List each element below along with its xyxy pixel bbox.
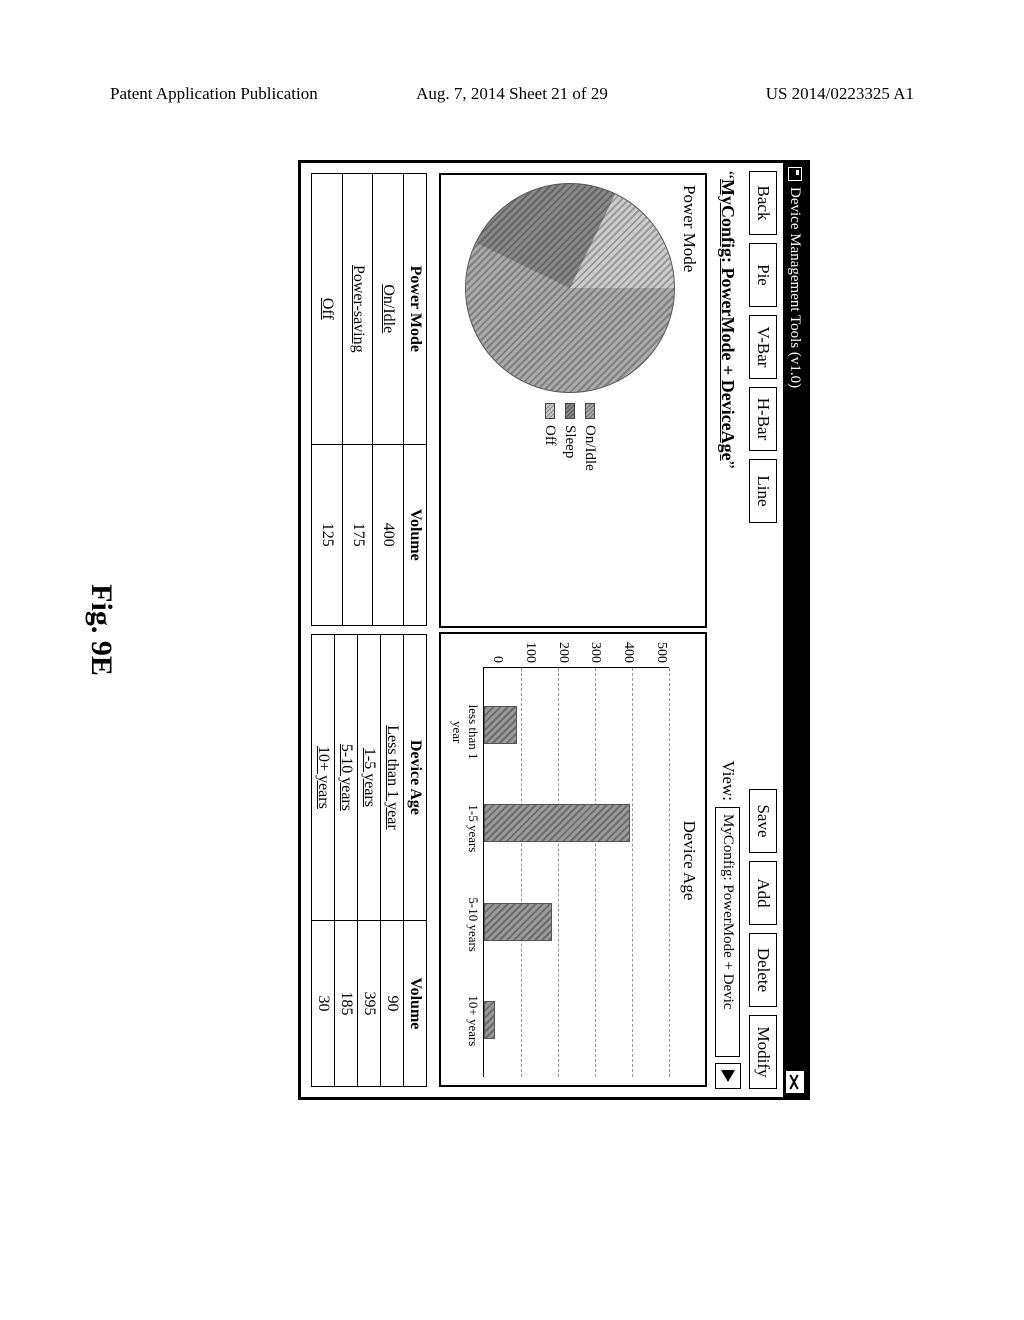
- x-axis-labels: less than 1 year 1-5 years 5-10 years 10+ y…: [449, 642, 483, 1077]
- header-mid: Aug. 7, 2014 Sheet 21 of 29: [416, 84, 608, 104]
- add-button[interactable]: Add: [749, 861, 777, 925]
- power-mode-panel: Power Mode On/Idle Sleep Off: [439, 173, 707, 628]
- device-age-title: Device Age: [679, 644, 699, 1077]
- play-button[interactable]: [715, 1063, 741, 1089]
- figure-caption: Fig. 9E: [84, 584, 118, 676]
- table-cell: 125: [312, 444, 343, 625]
- window-icon: [788, 167, 802, 181]
- titlebar: Device Management Tools (v1.0): [783, 163, 807, 1097]
- toolbar: Back Pie V-Bar H-Bar Line Save Add Delet…: [743, 163, 783, 1097]
- device-age-table: Device Age Volume Less than 1 year901-5 …: [311, 634, 427, 1087]
- table-cell: 10+ years: [312, 635, 335, 921]
- table-cell: Off: [312, 174, 343, 445]
- vbar-button[interactable]: V-Bar: [749, 315, 777, 379]
- table-row: Power-saving175: [342, 174, 373, 626]
- table-cell: Power-saving: [342, 174, 373, 445]
- pie-button[interactable]: Pie: [749, 243, 777, 307]
- pie-hatch-overlay: [466, 184, 674, 392]
- gridline: [669, 668, 670, 1077]
- bar: [484, 903, 552, 941]
- bar: [484, 706, 517, 744]
- pie-area: On/Idle Sleep Off: [465, 183, 675, 618]
- bars-container: [484, 668, 669, 1077]
- table-header: Device Age: [404, 635, 427, 921]
- legend-off: Off: [542, 403, 559, 471]
- config-quote-close: ”: [718, 461, 739, 469]
- bar-wrap: 500 400 300 200 100 0: [483, 642, 675, 1077]
- swatch-icon: [545, 403, 555, 419]
- table-cell: On/Idle: [373, 174, 404, 445]
- patent-page: Patent Application Publication Aug. 7, 2…: [0, 0, 1024, 1320]
- play-icon: [721, 1070, 735, 1082]
- table-cell: 185: [335, 920, 358, 1086]
- figure-wrapper: Device Management Tools (v1.0) Back Pie …: [150, 200, 910, 1060]
- header-left: Patent Application Publication: [110, 84, 318, 104]
- config-name: MyConfig: PowerMode + DeviceAge: [718, 179, 739, 461]
- table-row: 1-5 years395: [358, 635, 381, 1087]
- line-button[interactable]: Line: [749, 459, 777, 523]
- power-mode-title: Power Mode: [679, 185, 699, 618]
- table-cell: 1-5 years: [358, 635, 381, 921]
- swatch-icon: [565, 403, 575, 419]
- tables-row: Power Mode Volume On/Idle400Power-saving…: [301, 163, 429, 1097]
- table-cell: 5-10 years: [335, 635, 358, 921]
- table-cell: 395: [358, 920, 381, 1086]
- table-cell: 30: [312, 920, 335, 1086]
- table-row: 5-10 years185: [335, 635, 358, 1087]
- table-cell: 90: [381, 920, 404, 1086]
- y-axis: 500 400 300 200 100 0: [489, 642, 669, 667]
- header-right: US 2014/0223325 A1: [766, 84, 914, 104]
- table-cell: 175: [342, 444, 373, 625]
- x-tick-label: 10+ years: [449, 991, 481, 1051]
- bar: [484, 1001, 495, 1039]
- power-mode-table: Power Mode Volume On/Idle400Power-saving…: [311, 173, 427, 626]
- table-row: Off125: [312, 174, 343, 626]
- config-row: “ MyConfig: PowerMode + DeviceAge ” View…: [709, 163, 743, 1097]
- view-select[interactable]: MyConfig: PowerMode + Devic: [716, 807, 741, 1057]
- legend-sleep: Sleep: [562, 403, 579, 471]
- delete-button[interactable]: Delete: [749, 933, 777, 1007]
- table-row: Less than 1 year90: [381, 635, 404, 1087]
- table-header: Power Mode: [404, 174, 427, 445]
- x-tick-label: 1-5 years: [449, 798, 481, 858]
- window-title: Device Management Tools (v1.0): [787, 187, 804, 388]
- table-header: Volume: [404, 920, 427, 1086]
- pie-legend: On/Idle Sleep Off: [539, 403, 602, 471]
- device-age-panel: Device Age 500 400 300 200 100 0: [439, 632, 707, 1087]
- config-quote-open: “: [718, 171, 739, 179]
- back-button[interactable]: Back: [749, 171, 777, 235]
- swatch-icon: [585, 403, 595, 419]
- panels: Power Mode On/Idle Sleep Off Device Age: [429, 163, 709, 1097]
- table-row: On/Idle400: [373, 174, 404, 626]
- view-selector: View: MyConfig: PowerMode + Devic: [715, 760, 741, 1089]
- table-cell: 400: [373, 444, 404, 625]
- table-cell: Less than 1 year: [381, 635, 404, 921]
- close-icon[interactable]: [786, 1071, 804, 1093]
- x-tick-label: less than 1 year: [449, 702, 481, 762]
- hbar-button[interactable]: H-Bar: [749, 387, 777, 451]
- page-header: Patent Application Publication Aug. 7, 2…: [110, 84, 914, 104]
- legend-onidle: On/Idle: [582, 403, 599, 471]
- app-window: Device Management Tools (v1.0) Back Pie …: [298, 160, 810, 1100]
- bar: [484, 804, 630, 842]
- save-button[interactable]: Save: [749, 789, 777, 853]
- pie-chart: [465, 183, 675, 393]
- modify-button[interactable]: Modify: [749, 1015, 777, 1089]
- view-label: View:: [718, 760, 738, 801]
- bar-plot: [483, 667, 669, 1077]
- x-tick-label: 5-10 years: [449, 895, 481, 955]
- table-header: Volume: [404, 444, 427, 625]
- table-row: 10+ years30: [312, 635, 335, 1087]
